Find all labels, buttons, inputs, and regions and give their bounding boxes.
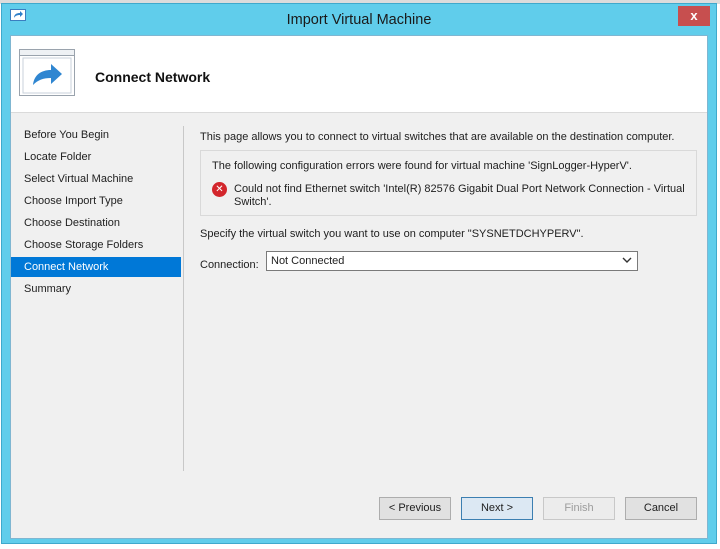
- error-panel: The following configuration errors were …: [200, 150, 697, 216]
- nav-divider: [183, 126, 184, 471]
- cancel-button[interactable]: Cancel: [625, 497, 697, 520]
- next-button[interactable]: Next >: [461, 497, 533, 520]
- nav-item-select-virtual-machine[interactable]: Select Virtual Machine: [11, 169, 181, 189]
- close-button[interactable]: x: [678, 6, 710, 26]
- intro-text: This page allows you to connect to virtu…: [200, 131, 675, 143]
- error-message: Could not find Ethernet switch 'Intel(R)…: [234, 183, 685, 208]
- chevron-down-icon: [622, 257, 632, 263]
- nav-item-before-you-begin[interactable]: Before You Begin: [11, 125, 181, 145]
- import-vm-window: Import Virtual Machine x Connect Network…: [1, 3, 717, 544]
- specify-switch-text: Specify the virtual switch you want to u…: [200, 228, 584, 240]
- error-x-icon: ✕: [212, 182, 227, 197]
- connection-dropdown[interactable]: Not Connected: [266, 251, 638, 271]
- connection-label: Connection:: [200, 259, 259, 271]
- nav-item-choose-storage-folders[interactable]: Choose Storage Folders: [11, 235, 181, 255]
- error-heading: The following configuration errors were …: [212, 160, 632, 172]
- title-bar[interactable]: Import Virtual Machine x: [2, 4, 716, 35]
- import-arrow-icon: [19, 49, 75, 96]
- page-title: Connect Network: [95, 69, 211, 85]
- dialog-client-area: Connect Network Before You Begin Locate …: [10, 35, 708, 539]
- window-title: Import Virtual Machine: [286, 12, 432, 28]
- nav-item-summary[interactable]: Summary: [11, 279, 181, 299]
- finish-button[interactable]: Finish: [543, 497, 615, 520]
- page-content: This page allows you to connect to virtu…: [200, 36, 700, 476]
- nav-item-locate-folder[interactable]: Locate Folder: [11, 147, 181, 167]
- nav-item-choose-import-type[interactable]: Choose Import Type: [11, 191, 181, 211]
- nav-item-connect-network[interactable]: Connect Network: [11, 257, 181, 277]
- connection-selected-value: Not Connected: [271, 255, 345, 267]
- previous-button[interactable]: < Previous: [379, 497, 451, 520]
- nav-item-choose-destination[interactable]: Choose Destination: [11, 213, 181, 233]
